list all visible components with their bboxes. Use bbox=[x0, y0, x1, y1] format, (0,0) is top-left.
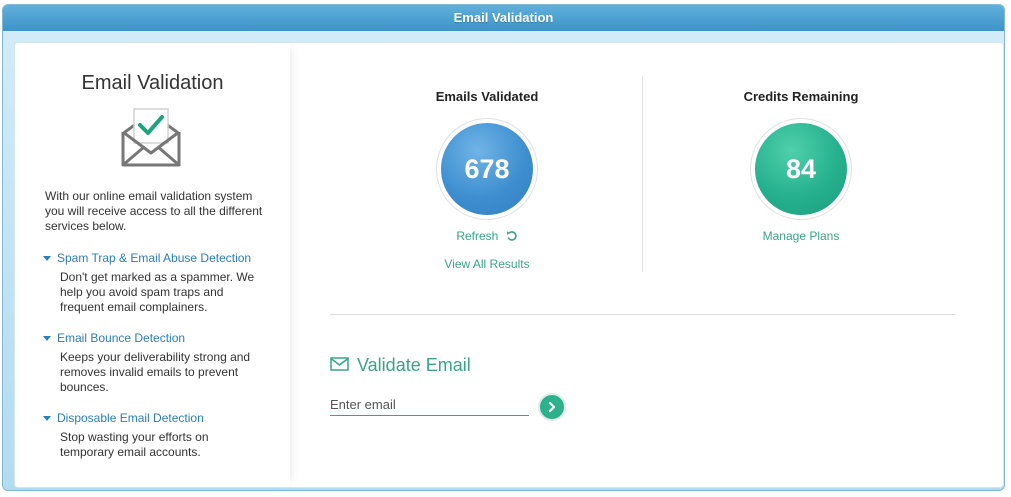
refresh-icon bbox=[506, 230, 518, 245]
feature-bounce-toggle[interactable]: Email Bounce Detection bbox=[43, 331, 273, 346]
emails-validated-count: 678 bbox=[441, 123, 533, 215]
credits-remaining-count: 84 bbox=[755, 123, 847, 215]
main-panel: Email Validation With our online email v… bbox=[14, 42, 1004, 488]
feature-spam-trap: Spam Trap & Email Abuse Detection Don't … bbox=[43, 251, 273, 315]
app-window: Email Validation Email Validation With o… bbox=[2, 4, 1005, 491]
feature-title: Disposable Email Detection bbox=[57, 411, 204, 425]
validate-submit-button[interactable] bbox=[538, 393, 566, 421]
refresh-label: Refresh bbox=[456, 229, 499, 243]
emails-validated-title: Emails Validated bbox=[435, 89, 539, 104]
feature-disposable-toggle[interactable]: Disposable Email Detection bbox=[43, 411, 273, 426]
feature-description: Stop wasting your efforts on temporary e… bbox=[60, 430, 209, 459]
feature-spam-trap-toggle[interactable]: Spam Trap & Email Abuse Detection bbox=[43, 251, 273, 266]
feature-title: Email Bounce Detection bbox=[57, 331, 186, 345]
credits-remaining-title: Credits Remaining bbox=[743, 89, 859, 104]
manage-plans-link[interactable]: Manage Plans bbox=[701, 229, 901, 243]
section-divider bbox=[330, 314, 955, 315]
refresh-link[interactable]: Refresh bbox=[387, 229, 587, 245]
info-sidebar: Email Validation With our online email v… bbox=[15, 43, 290, 487]
feature-title: Spam Trap & Email Abuse Detection bbox=[57, 251, 252, 265]
envelope-check-icon bbox=[118, 105, 184, 169]
feature-bounce: Email Bounce Detection Keeps your delive… bbox=[43, 331, 273, 395]
caret-down-icon bbox=[43, 256, 51, 262]
feature-description: Keeps your deliverability strong and rem… bbox=[60, 350, 251, 394]
envelope-icon bbox=[330, 355, 349, 376]
credits-remaining-ring: 84 bbox=[750, 118, 852, 220]
feature-disposable: Disposable Email Detection Stop wasting … bbox=[43, 411, 273, 460]
validate-email-heading: Validate Email bbox=[330, 354, 471, 376]
feature-description: Don't get marked as a spammer. We help y… bbox=[60, 270, 255, 314]
email-input[interactable] bbox=[330, 393, 529, 416]
chevron-right-icon bbox=[548, 401, 556, 413]
view-all-results-link[interactable]: View All Results bbox=[387, 257, 587, 271]
stats-divider bbox=[642, 76, 643, 272]
validate-email-title: Validate Email bbox=[357, 354, 471, 375]
window-title: Email Validation bbox=[3, 5, 1004, 31]
caret-down-icon bbox=[43, 336, 51, 342]
sidebar-intro: With our online email validation system … bbox=[45, 189, 263, 233]
sidebar-title: Email Validation bbox=[81, 72, 224, 94]
caret-down-icon bbox=[43, 416, 51, 422]
emails-validated-ring: 678 bbox=[436, 118, 538, 220]
